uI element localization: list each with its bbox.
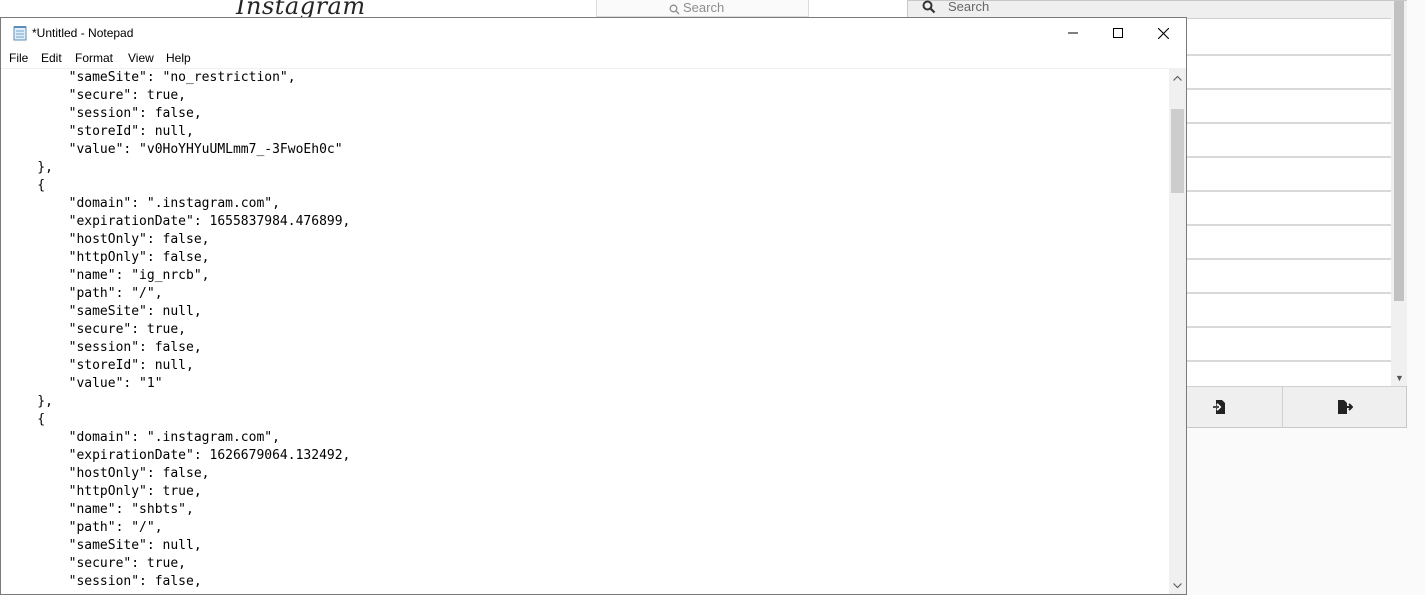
text-line: "storeId": null, bbox=[6, 358, 194, 373]
text-line: "sameSite": "no_restriction", bbox=[6, 70, 296, 85]
text-line: "session": false, bbox=[6, 574, 202, 589]
text-line: "session": false, bbox=[6, 106, 202, 121]
menu-file[interactable]: File bbox=[9, 51, 28, 65]
text-line: "path": "/", bbox=[6, 520, 163, 535]
text-line: "value": "1" bbox=[6, 376, 163, 391]
notepad-icon bbox=[12, 25, 28, 41]
text-line: }, bbox=[6, 160, 53, 175]
close-icon bbox=[1157, 27, 1169, 39]
extension-search-placeholder: Search bbox=[948, 0, 990, 14]
text-line: "domain": ".instagram.com", bbox=[6, 196, 280, 211]
window-title: *Untitled - Notepad bbox=[32, 26, 134, 40]
cookie-list-item[interactable] bbox=[1186, 294, 1391, 328]
text-line: "domain": ".instagram.com", bbox=[6, 430, 280, 445]
cookie-list bbox=[1186, 22, 1391, 362]
text-line: "hostOnly": false, bbox=[6, 466, 210, 481]
text-line: "secure": true, bbox=[6, 556, 187, 571]
text-line: "httpOnly": true, bbox=[6, 484, 202, 499]
instagram-search-placeholder: Search bbox=[683, 0, 725, 15]
cookie-list-item[interactable] bbox=[1186, 226, 1391, 260]
text-line: "sameSite": null, bbox=[6, 304, 202, 319]
cookie-list-item[interactable] bbox=[1186, 124, 1391, 158]
vertical-scrollbar[interactable] bbox=[1169, 69, 1186, 594]
cookie-list-item[interactable] bbox=[1186, 90, 1391, 124]
text-line: }, bbox=[6, 394, 53, 409]
cookie-list-item[interactable] bbox=[1186, 260, 1391, 294]
text-line: "hostOnly": false, bbox=[6, 232, 210, 247]
cookie-list-item[interactable] bbox=[1186, 56, 1391, 90]
text-editor-area[interactable]: "sameSite": "no_restriction", "secure": … bbox=[1, 69, 1169, 594]
footer-divider bbox=[1282, 387, 1283, 428]
text-line: "path": "/", bbox=[6, 286, 163, 301]
cookie-list-item[interactable] bbox=[1186, 22, 1391, 56]
menu-edit[interactable]: Edit bbox=[41, 51, 62, 65]
text-line: "sameSite": null, bbox=[6, 538, 202, 553]
text-line: "httpOnly": false, bbox=[6, 250, 210, 265]
menu-view[interactable]: View bbox=[128, 51, 154, 65]
scroll-down-icon[interactable] bbox=[1169, 577, 1186, 594]
cookie-list-item[interactable] bbox=[1186, 328, 1391, 362]
text-line: "secure": true, bbox=[6, 322, 187, 337]
minimize-button[interactable] bbox=[1050, 18, 1096, 48]
extension-scrollbar-thumb[interactable] bbox=[1394, 1, 1404, 301]
notepad-window: *Untitled - Notepad File Edit Format Vie… bbox=[0, 17, 1187, 595]
cookie-list-item[interactable] bbox=[1186, 158, 1391, 192]
import-file-icon[interactable] bbox=[1212, 399, 1228, 415]
text-line: { bbox=[6, 178, 46, 193]
minimize-icon bbox=[1068, 32, 1078, 34]
text-line: "name": "ig_nrcb", bbox=[6, 268, 210, 283]
menu-help[interactable]: Help bbox=[166, 51, 191, 65]
text-line: "session": false, bbox=[6, 340, 202, 355]
instagram-search-box[interactable]: Search bbox=[596, 0, 809, 17]
menu-format[interactable]: Format bbox=[75, 51, 113, 65]
text-line: "expirationDate": 1655837984.476899, bbox=[6, 214, 351, 229]
scroll-up-icon[interactable] bbox=[1169, 69, 1186, 86]
text-line: "value": "v0HoYHYuUMLmm7_-3FwoEh0c" bbox=[6, 142, 343, 157]
text-line: { bbox=[6, 412, 46, 427]
extension-scrollbar[interactable]: ▼ bbox=[1391, 1, 1407, 386]
close-button[interactable] bbox=[1140, 18, 1186, 48]
text-line: "secure": true, bbox=[6, 88, 187, 103]
menu-bar: File Edit Format View Help bbox=[1, 48, 1186, 69]
scroll-down-icon[interactable]: ▼ bbox=[1395, 373, 1404, 383]
scrollbar-thumb[interactable] bbox=[1171, 109, 1184, 193]
text-line: "storeId": null, bbox=[6, 124, 194, 139]
cookie-list-item[interactable] bbox=[1186, 192, 1391, 226]
export-file-icon[interactable] bbox=[1337, 399, 1354, 415]
title-bar[interactable]: *Untitled - Notepad bbox=[1, 18, 1186, 48]
text-line: "name": "shbts", bbox=[6, 502, 194, 517]
text-line: "expirationDate": 1626679064.132492, bbox=[6, 448, 351, 463]
maximize-button[interactable] bbox=[1095, 18, 1141, 48]
maximize-icon bbox=[1113, 28, 1123, 38]
